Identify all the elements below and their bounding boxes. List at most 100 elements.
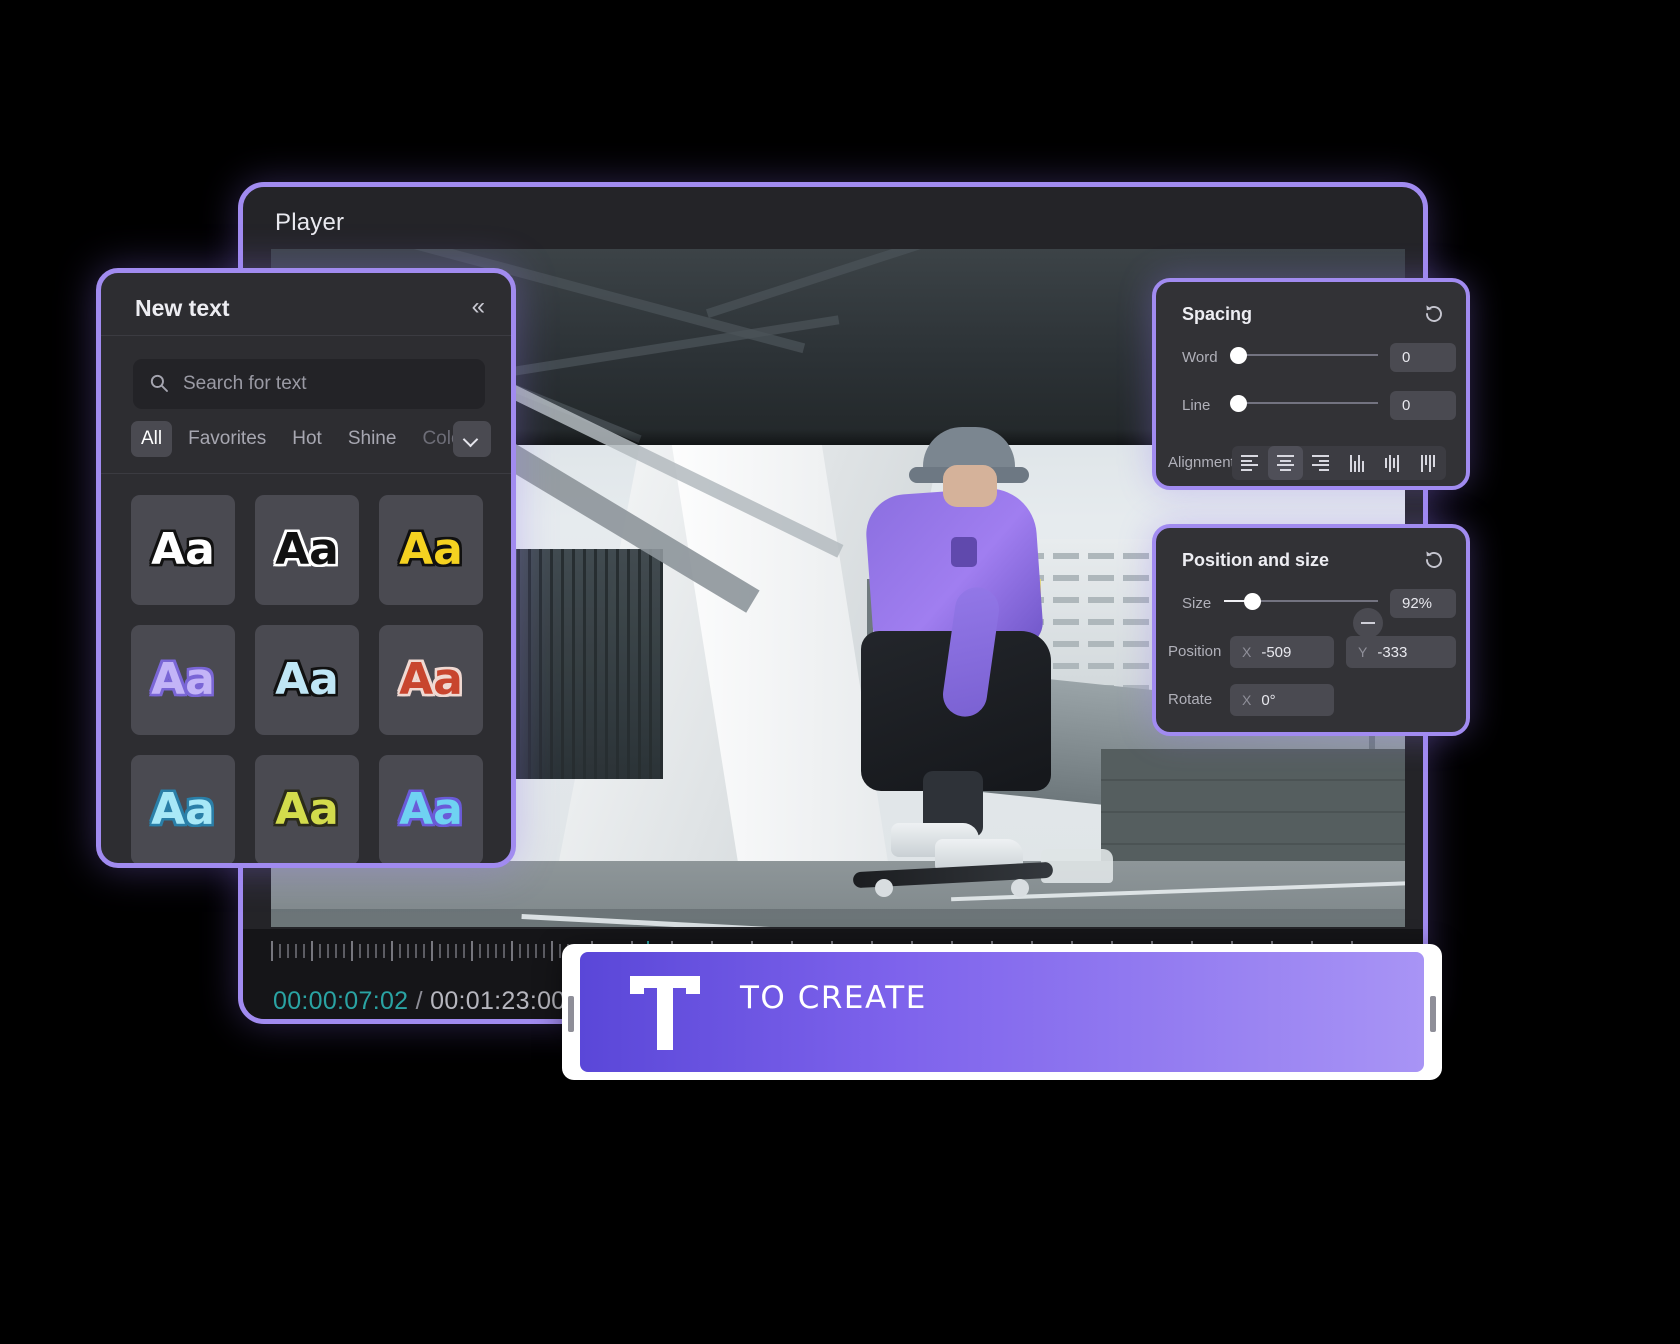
word-spacing-slider[interactable] <box>1229 346 1378 364</box>
timeline-clip-container[interactable]: TO CREATE <box>562 944 1442 1080</box>
skateboarder-subject <box>831 419 1091 909</box>
reset-icon[interactable] <box>1422 302 1446 326</box>
line-spacing-value[interactable]: 0 <box>1390 391 1456 420</box>
ruler-tick <box>399 944 401 958</box>
text-tool-T-icon <box>630 976 700 1050</box>
line-spacing-label: Line <box>1182 397 1211 414</box>
text-style-grid: Aa Aa Aa Aa Aa Aa Aa Aa Aa <box>131 495 491 863</box>
slider-track <box>1232 402 1378 404</box>
building-window <box>1088 575 1114 581</box>
position-x-axis-label: X <box>1242 644 1252 660</box>
position-y-field[interactable]: Y -333 <box>1346 636 1456 668</box>
ruler-tick <box>335 944 337 958</box>
building-window <box>1123 553 1149 559</box>
size-value[interactable]: 92% <box>1390 589 1456 618</box>
text-style-sample: Aa <box>151 784 215 835</box>
text-clip[interactable]: TO CREATE <box>580 952 1424 1072</box>
text-style-preset[interactable]: Aa <box>131 495 235 605</box>
ruler-tick <box>495 944 497 958</box>
vertical-bottom-icon[interactable] <box>1410 446 1446 480</box>
position-label: Position <box>1168 643 1222 660</box>
spacing-panel-title: Spacing <box>1182 304 1253 324</box>
position-and-size-panel: Position and size Size 92% Position X -5… <box>1152 524 1470 736</box>
timecode-display: 00:00:07:02 / 00:01:23:00 <box>273 987 566 1016</box>
text-style-preset[interactable]: Aa <box>131 755 235 863</box>
ruler-tick <box>431 941 433 961</box>
ruler-tick <box>311 941 313 961</box>
size-slider[interactable] <box>1224 592 1378 610</box>
current-timecode: 00:00:07:02 <box>273 987 409 1015</box>
position-x-field[interactable]: X -509 <box>1230 636 1334 668</box>
text-style-preset[interactable]: Aa <box>379 625 483 735</box>
ruler-tick <box>551 941 553 961</box>
clip-label: TO CREATE <box>740 980 927 1016</box>
road-surface <box>271 909 1405 927</box>
text-style-preset[interactable]: Aa <box>255 755 359 863</box>
size-label: Size <box>1182 595 1212 612</box>
text-style-sample: Aa <box>151 654 215 705</box>
new-text-panel: New text « AllFavoritesHotShineColor g A… <box>96 268 516 868</box>
word-spacing-value[interactable]: 0 <box>1390 343 1456 372</box>
ruler-tick <box>511 941 513 961</box>
total-duration: 00:01:23:00 <box>430 987 566 1015</box>
building-window <box>1088 619 1114 625</box>
align-left-icon[interactable] <box>1232 446 1268 480</box>
skateboard-wheel <box>1011 879 1029 897</box>
slider-knob[interactable] <box>1229 395 1247 412</box>
tab-favorites[interactable]: Favorites <box>178 421 276 457</box>
text-style-preset[interactable]: Aa <box>379 755 483 863</box>
slider-knob[interactable] <box>1229 347 1247 364</box>
ruler-tick <box>463 944 465 958</box>
tab-shine[interactable]: Shine <box>338 421 407 457</box>
double-chevron-left-icon[interactable]: « <box>472 295 485 319</box>
text-style-sample: Aa <box>275 784 339 835</box>
slider-knob[interactable] <box>1243 593 1261 610</box>
ruler-tick <box>303 944 305 958</box>
ruler-tick <box>359 944 361 958</box>
ruler-tick <box>543 944 545 958</box>
tab-all[interactable]: All <box>131 421 173 457</box>
text-style-preset[interactable]: Aa <box>255 625 359 735</box>
text-style-sample: Aa <box>275 524 339 575</box>
flip-icon[interactable] <box>1353 608 1383 638</box>
rotate-label: Rotate <box>1168 691 1213 708</box>
rotate-value: 0° <box>1261 691 1276 709</box>
align-right-glyph <box>1312 453 1330 474</box>
vertical-middle-icon[interactable] <box>1374 446 1410 480</box>
more-categories-button[interactable] <box>453 421 491 457</box>
search-input[interactable] <box>183 359 475 409</box>
new-text-title: New text <box>135 295 230 321</box>
tab-hot[interactable]: Hot <box>282 421 332 457</box>
align-left-glyph <box>1241 453 1259 474</box>
align-right-icon[interactable] <box>1303 446 1339 480</box>
ceiling-beam <box>705 249 957 318</box>
grid-divider <box>101 473 511 474</box>
text-style-sample: Aa <box>275 654 339 705</box>
building-window <box>1123 641 1149 647</box>
rotate-x-field[interactable]: X 0° <box>1230 684 1334 716</box>
clip-trim-handle-left[interactable] <box>568 996 574 1032</box>
text-style-preset[interactable]: Aa <box>379 495 483 605</box>
reset-icon[interactable] <box>1422 548 1446 572</box>
search-field-container[interactable] <box>133 359 485 409</box>
line-spacing-slider[interactable] <box>1229 394 1378 412</box>
position-y-value: -333 <box>1377 643 1408 661</box>
ruler-tick <box>351 941 353 961</box>
building-window <box>1123 619 1149 625</box>
vertical-top-glyph <box>1349 454 1364 472</box>
face <box>943 465 997 507</box>
position-y-axis-label: Y <box>1358 644 1368 660</box>
vertical-top-icon[interactable] <box>1339 446 1375 480</box>
ruler-tick <box>343 944 345 958</box>
clip-trim-handle-right[interactable] <box>1430 996 1436 1032</box>
ruler-tick <box>535 944 537 958</box>
ruler-tick <box>439 944 441 958</box>
ruler-tick <box>391 941 393 961</box>
ruler-tick <box>423 944 425 958</box>
text-style-preset[interactable]: Aa <box>255 495 359 605</box>
ruler-tick <box>367 944 369 958</box>
align-center-icon[interactable] <box>1267 446 1304 480</box>
ruler-tick <box>487 944 489 958</box>
text-style-preset[interactable]: Aa <box>131 625 235 735</box>
alignment-label: Alignment <box>1168 454 1235 471</box>
